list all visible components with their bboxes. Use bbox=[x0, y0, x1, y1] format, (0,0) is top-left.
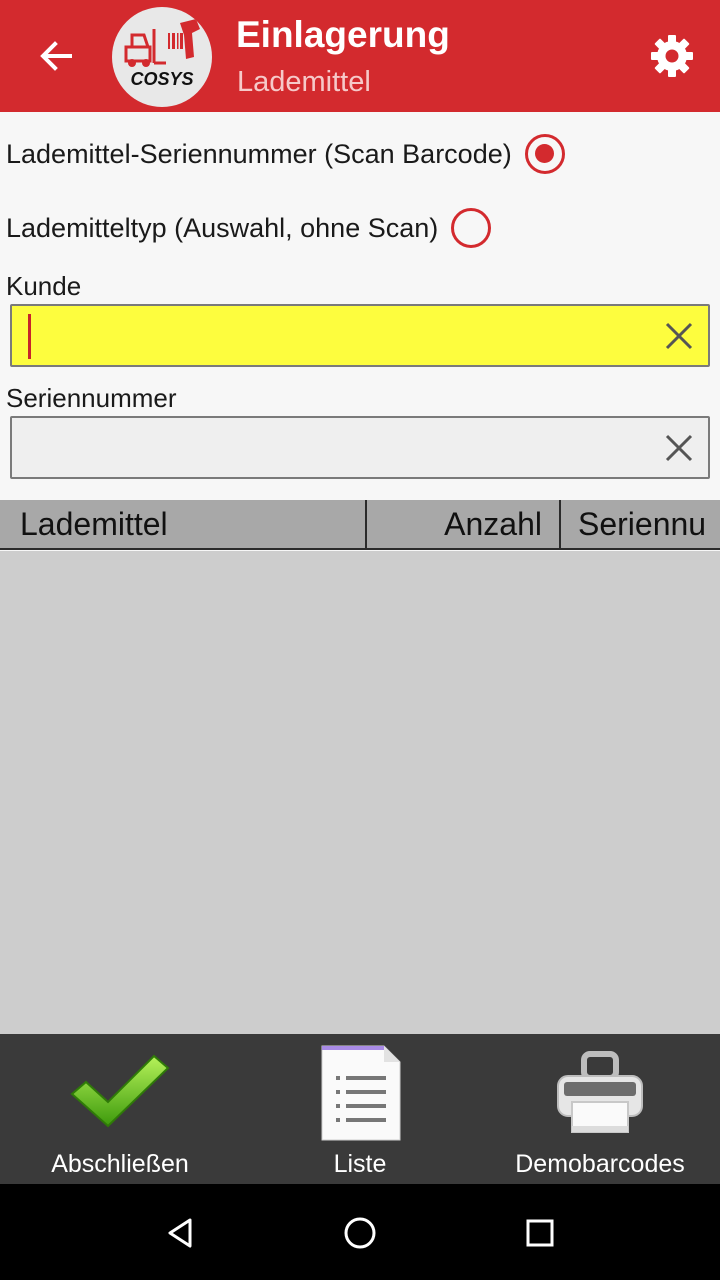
column-header-seriennummer[interactable]: Seriennu bbox=[561, 500, 720, 548]
action-bar: Abschließen Liste Demobarcodes bbox=[0, 1034, 720, 1184]
app-bar: COSYS Einlagerung Lademittel bbox=[0, 0, 720, 112]
gear-icon bbox=[651, 35, 693, 77]
nav-back-button[interactable] bbox=[155, 1208, 205, 1258]
option-label: Lademittel-Seriennummer (Scan Barcode) bbox=[6, 138, 512, 169]
arrow-left-icon bbox=[40, 41, 72, 71]
nav-back-icon bbox=[168, 1218, 192, 1248]
demobarcodes-button[interactable]: Demobarcodes bbox=[480, 1034, 720, 1184]
column-header-anzahl[interactable]: Anzahl bbox=[367, 500, 561, 548]
demobarcodes-label: Demobarcodes bbox=[515, 1150, 685, 1178]
kunde-input[interactable] bbox=[24, 310, 654, 362]
option-label: Lademitteltyp (Auswahl, ohne Scan) bbox=[6, 212, 439, 243]
logo-wordmark: COSYS bbox=[130, 69, 193, 89]
system-nav-bar bbox=[0, 1184, 720, 1280]
liste-label: Liste bbox=[333, 1150, 387, 1178]
app-logo: COSYS bbox=[112, 7, 212, 107]
liste-button[interactable]: Liste bbox=[240, 1034, 480, 1184]
text-cursor bbox=[28, 314, 31, 359]
seriennummer-clear-button[interactable] bbox=[658, 427, 700, 469]
back-button[interactable] bbox=[26, 26, 86, 86]
close-icon bbox=[665, 322, 693, 350]
column-header-lademittel[interactable]: Lademittel bbox=[0, 500, 367, 548]
abschliessen-label: Abschließen bbox=[51, 1150, 189, 1178]
page-title: Einlagerung bbox=[236, 14, 450, 55]
close-icon bbox=[665, 434, 693, 462]
seriennummer-field[interactable] bbox=[10, 416, 710, 479]
radio-unselected-icon[interactable] bbox=[451, 208, 492, 248]
abschliessen-button[interactable]: Abschließen bbox=[0, 1034, 240, 1184]
kunde-clear-button[interactable] bbox=[658, 315, 700, 357]
kunde-label: Kunde bbox=[6, 271, 82, 301]
nav-recents-button[interactable] bbox=[515, 1208, 565, 1258]
kunde-field[interactable] bbox=[10, 304, 710, 367]
option-lademittel-seriennummer[interactable]: Lademittel-Seriennummer (Scan Barcode) bbox=[6, 134, 565, 174]
list-document-icon bbox=[321, 1045, 401, 1141]
seriennummer-input[interactable] bbox=[24, 422, 654, 474]
page-subtitle: Lademittel bbox=[237, 66, 371, 98]
nav-home-icon bbox=[344, 1217, 376, 1249]
table-body[interactable] bbox=[0, 551, 720, 1034]
nav-home-button[interactable] bbox=[335, 1208, 385, 1258]
option-lademitteltyp[interactable]: Lademitteltyp (Auswahl, ohne Scan) bbox=[6, 208, 492, 248]
checkmark-icon bbox=[70, 1054, 170, 1128]
seriennummer-label: Seriennummer bbox=[6, 383, 177, 413]
printer-icon bbox=[557, 1051, 643, 1133]
settings-button[interactable] bbox=[644, 28, 700, 84]
table-header: Lademittel Anzahl Seriennu bbox=[0, 500, 720, 550]
nav-recents-icon bbox=[526, 1219, 554, 1247]
radio-selected-icon[interactable] bbox=[524, 134, 565, 174]
